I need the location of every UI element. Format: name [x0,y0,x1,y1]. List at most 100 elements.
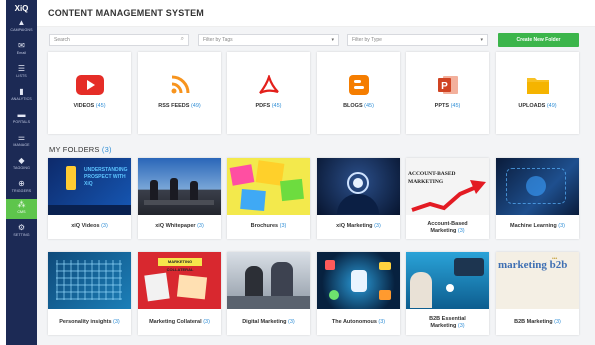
type-count: (45) [271,103,282,109]
type-card-ppts[interactable]: P PPTS (45) [406,52,489,134]
sitemap-icon: ⁂ [17,200,26,209]
folder-count: (3) [554,319,561,325]
header: CONTENT MANAGEMENT SYSTEM [37,0,595,27]
type-count: (45) [95,103,106,109]
folder-count: (3) [288,319,295,325]
type-card-label: BLOGS (45) [343,103,374,109]
sidebar-item-triggers[interactable]: ⊕ TRIGGERS [6,179,37,198]
folder-name: xiQ Whitepaper (3) [155,223,204,229]
type-card-videos[interactable]: VIDEOS (45) [48,52,131,134]
sidebar-item-setting[interactable]: ⚙ SETTING [6,223,37,242]
folder-thumbnail [406,252,489,309]
sidebar-item-cms[interactable]: ⁂ CMS [6,199,37,219]
search-input[interactable]: Search ⌕ [49,34,189,46]
type-card-label: VIDEOS (45) [73,103,106,109]
folder-card[interactable]: Personality insights (3) [48,252,131,335]
folder-thumbnail [317,158,400,215]
sidebar-item-label: SETTING [13,233,30,237]
svg-text:P: P [441,81,448,92]
sidebar-item-label: TRIGGERS [11,189,32,193]
type-card-rss-feeds[interactable]: RSS FEEDS (49) [138,52,221,134]
folder-card[interactable]: UNDERSTANDING PROSPECT WITH XiQ xiQ Vide… [48,158,131,239]
type-card-blogs[interactable]: BLOGS (45) [317,52,400,134]
create-new-folder-button[interactable]: Create New Folder [498,33,579,47]
folder-count: (3) [113,319,120,325]
type-card-uploads[interactable]: UPLOADS (49) [496,52,579,134]
sidebar-item-email[interactable]: ✉ Email [6,41,37,60]
folder-count: (3) [197,223,204,229]
folder-name: Account-Based Marketing (3) [427,221,468,234]
sidebar-item-label: ANALYTICS [11,97,32,101]
page-title: CONTENT MANAGEMENT SYSTEM [48,8,205,18]
folder-count: (3) [279,223,287,229]
sidebar-item-label: CMS [17,210,26,214]
folder-thumbnail [227,252,310,309]
folder-card[interactable]: Digital Marketing (3) [227,252,310,335]
folder-card[interactable]: B2B Essential Marketing (3) [406,252,489,335]
folder-thumbnail [317,252,400,309]
youtube-icon [75,75,104,95]
folder-count: (3) [101,223,108,229]
tags-filter-placeholder: Filter by Tags [203,37,233,43]
chevron-down-icon: ▾ [331,37,334,43]
folder-card[interactable]: xiQ Marketing (3) [317,158,400,239]
folder-card[interactable]: ACCOUNT-BASED MARKETING Account-Based Ma… [406,158,489,239]
folder-name: Brochures (3) [250,223,287,229]
sidebar: XiQ ▲ CAMPAIGNS ✉ Email ☰ LISTS ▮ ANALYT… [6,0,37,345]
type-card-label: RSS FEEDS (49) [158,103,201,109]
pdf-icon [258,75,279,94]
folder-name: Marketing Collateral (3) [149,319,210,325]
sidebar-item-label: LISTS [16,74,27,78]
type-count: (45) [364,103,374,109]
sidebar-item-label: MANAGE [13,143,30,147]
folder-count: (3) [378,319,386,325]
type-card-label: PDFS (45) [255,103,282,109]
main-content: Search ⌕ Filter by Tags ▾ Filter by Type… [37,27,595,345]
bar-chart-icon: ▮ [19,87,24,96]
sidebar-item-label: PORTALS [12,120,31,124]
chevron-down-icon: ▾ [480,37,483,43]
megaphone-icon: ▲ [17,18,26,27]
search-placeholder: Search [54,37,70,43]
thumbnail-text: MARKETING COLLATERAL [158,258,202,272]
sidebar-item-label: CAMPAIGNS [10,28,33,32]
sidebar-item-portals[interactable]: ▬ PORTALS [6,110,37,129]
type-count: (49) [190,103,201,109]
sidebar-item-analytics[interactable]: ▮ ANALYTICS [6,87,37,106]
my-folders-heading: MY FOLDERS (3) [49,145,112,154]
rising-arrow-icon [411,180,486,212]
folder-card[interactable]: MARKETING COLLATERAL Marketing Collatera… [138,252,221,335]
folder-card[interactable]: Brochures (3) [227,158,310,239]
search-icon[interactable]: ⌕ [181,36,184,43]
sidebar-item-tagging[interactable]: ◆ TAGGING [6,156,37,175]
gear-icon: ⚙ [17,223,26,232]
sidebar-item-manage[interactable]: ⚌ MANAGE [6,133,37,152]
folder-icon [526,78,549,94]
tags-filter-select[interactable]: Filter by Tags ▾ [198,34,339,46]
type-card-pdfs[interactable]: PDFS (45) [227,52,310,134]
sidebar-item-lists[interactable]: ☰ LISTS [6,64,37,83]
blogger-icon [348,75,369,95]
folder-name: Digital Marketing (3) [242,319,295,325]
folder-name: B2B Marketing (3) [514,319,561,325]
envelope-icon: ✉ [18,41,25,50]
sidebar-item-label: TAGGING [12,166,30,170]
folder-card[interactable]: marketing b2b ••• B2B Marketing (3) [496,252,579,335]
folder-card[interactable]: Machine Learning (3) [496,158,579,239]
portal-icon: ▬ [17,110,26,119]
type-filter-select[interactable]: Filter by Type ▾ [347,34,488,46]
tag-icon: ◆ [18,156,25,165]
folder-card[interactable]: xiQ Whitepaper (3) [138,158,221,239]
sidebar-item-campaigns[interactable]: ▲ CAMPAIGNS [6,18,37,37]
type-card-label: UPLOADS (49) [518,103,557,109]
folder-thumbnail [496,158,579,215]
folder-name: xiQ Videos (3) [71,223,108,229]
folder-count: (3) [203,319,210,325]
type-card-label: PPTS (45) [434,103,461,109]
folder-card[interactable]: The Autonomous (3) [317,252,400,335]
folders-count: (3) [101,145,112,154]
folder-count: (3) [457,323,465,329]
folder-name: xiQ Marketing (3) [336,223,381,229]
app-logo[interactable]: XiQ [6,2,37,16]
thumbnail-text: UNDERSTANDING PROSPECT WITH XiQ [84,167,128,187]
